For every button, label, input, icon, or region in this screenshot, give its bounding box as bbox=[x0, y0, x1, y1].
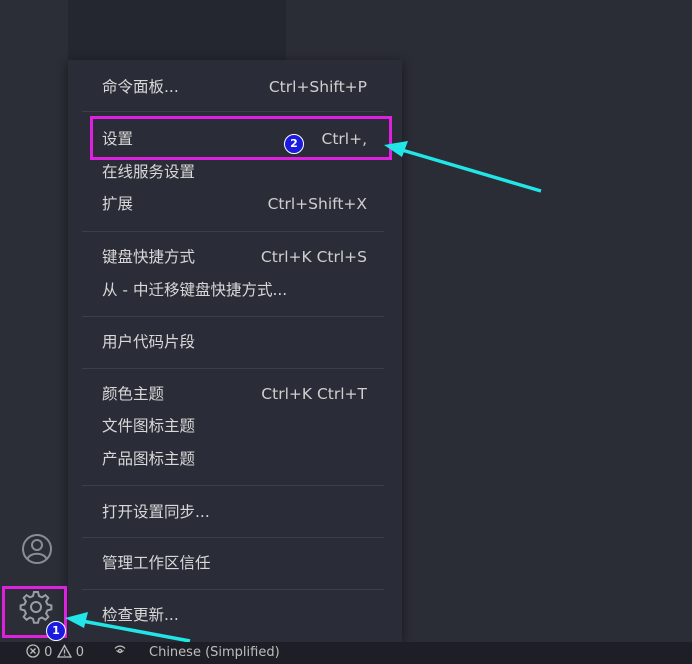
menu-separator bbox=[82, 231, 384, 232]
menu-item-shortcut: Ctrl+Shift+P bbox=[268, 78, 367, 96]
menu-item-label: 管理工作区信任 bbox=[102, 554, 211, 572]
menu-separator bbox=[82, 368, 384, 369]
warning-triangle-icon bbox=[56, 644, 72, 658]
menu-item-color-theme[interactable]: 颜色主题 Ctrl+K Ctrl+T bbox=[102, 379, 367, 409]
status-bar: 0 0 Chinese (Simplified) bbox=[0, 642, 692, 664]
menu-item-label: 用户代码片段 bbox=[102, 333, 196, 351]
step-badge-2: 2 bbox=[284, 134, 304, 154]
menu-separator bbox=[82, 537, 384, 538]
menu-separator bbox=[82, 111, 384, 112]
menu-item-label: 从 - 中迁移键盘快捷方式... bbox=[102, 281, 288, 299]
menu-item-migrate-keybindings[interactable]: 从 - 中迁移键盘快捷方式... bbox=[102, 275, 367, 305]
account-icon[interactable] bbox=[20, 532, 54, 566]
menu-item-label: 文件图标主题 bbox=[102, 417, 196, 435]
warning-count: 0 bbox=[75, 645, 84, 660]
menu-item-product-icon-theme[interactable]: 产品图标主题 bbox=[102, 444, 367, 474]
menu-item-keyboard-shortcuts[interactable]: 键盘快捷方式 Ctrl+K Ctrl+S bbox=[102, 242, 367, 272]
menu-item-settings-sync[interactable]: 打开设置同步... bbox=[102, 497, 367, 527]
menu-item-extensions[interactable]: 扩展 Ctrl+Shift+X bbox=[102, 189, 367, 219]
menu-item-label: 颜色主题 bbox=[102, 385, 165, 403]
menu-item-label: 键盘快捷方式 bbox=[102, 248, 196, 266]
error-count: 0 bbox=[44, 645, 53, 660]
menu-item-label: 打开设置同步... bbox=[102, 503, 210, 521]
broadcast-icon bbox=[114, 645, 126, 654]
menu-item-label: 命令面板... bbox=[102, 78, 179, 96]
status-problems[interactable]: 0 0 bbox=[26, 642, 84, 664]
menu-item-label: 扩展 bbox=[102, 195, 134, 213]
menu-separator bbox=[82, 316, 384, 317]
menu-item-online-services-settings[interactable]: 在线服务设置 bbox=[102, 157, 367, 187]
menu-item-manage-workspace-trust[interactable]: 管理工作区信任 bbox=[102, 548, 367, 578]
menu-item-label: 在线服务设置 bbox=[102, 163, 196, 181]
menu-item-shortcut: Ctrl+K Ctrl+S bbox=[260, 248, 367, 266]
menu-item-label: 产品图标主题 bbox=[102, 450, 196, 468]
menu-separator bbox=[82, 589, 384, 590]
step-badge-1: 1 bbox=[46, 621, 66, 641]
menu-item-user-snippets[interactable]: 用户代码片段 bbox=[102, 327, 367, 357]
activity-bar bbox=[0, 0, 68, 642]
error-circle-icon bbox=[26, 644, 40, 658]
menu-separator bbox=[82, 485, 384, 486]
menu-item-shortcut: Ctrl+K Ctrl+T bbox=[261, 385, 367, 403]
menu-item-command-palette[interactable]: 命令面板... Ctrl+Shift+P bbox=[102, 72, 367, 102]
settings-highlight-box bbox=[90, 116, 392, 160]
menu-item-shortcut: Ctrl+Shift+X bbox=[267, 195, 367, 213]
menu-item-label: 检查更新... bbox=[102, 606, 179, 624]
menu-item-file-icon-theme[interactable]: 文件图标主题 bbox=[102, 411, 367, 441]
menu-item-check-updates[interactable]: 检查更新... bbox=[102, 600, 367, 630]
status-language[interactable]: Chinese (Simplified) bbox=[149, 642, 280, 664]
broadcast-button[interactable] bbox=[112, 642, 128, 664]
